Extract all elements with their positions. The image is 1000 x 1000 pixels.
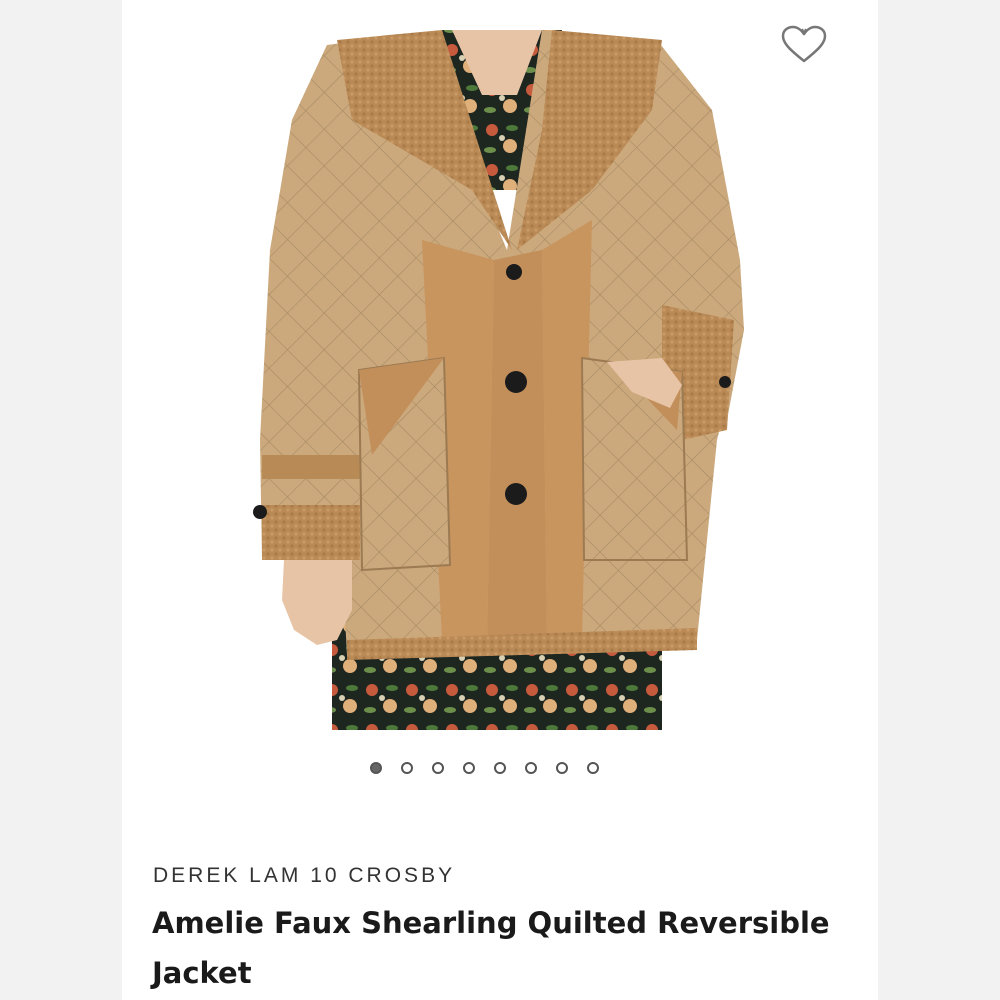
front-placket	[487, 250, 547, 645]
carousel-dot[interactable]	[463, 762, 475, 774]
favorite-button[interactable]	[772, 18, 836, 72]
right-margin	[878, 0, 1000, 1000]
carousel-dot-active[interactable]	[370, 762, 382, 774]
jacket-button	[505, 371, 527, 393]
jacket-button	[505, 483, 527, 505]
left-margin	[0, 0, 122, 1000]
carousel-dot[interactable]	[401, 762, 413, 774]
carousel-dot[interactable]	[432, 762, 444, 774]
jacket-illustration	[253, 30, 744, 730]
product-page: DEREK LAM 10 CROSBY Amelie Faux Shearlin…	[122, 0, 878, 1000]
carousel-dot[interactable]	[556, 762, 568, 774]
carousel-dot[interactable]	[525, 762, 537, 774]
carousel-dot[interactable]	[587, 762, 599, 774]
carousel-dots	[370, 762, 599, 774]
carousel-dot[interactable]	[494, 762, 506, 774]
jacket-button	[506, 264, 522, 280]
product-image[interactable]	[122, 0, 878, 740]
heart-outline-icon	[781, 25, 827, 63]
product-title: Amelie Faux Shearling Quilted Reversible…	[152, 906, 830, 990]
brand-name[interactable]: DEREK LAM 10 CROSBY	[153, 864, 455, 888]
